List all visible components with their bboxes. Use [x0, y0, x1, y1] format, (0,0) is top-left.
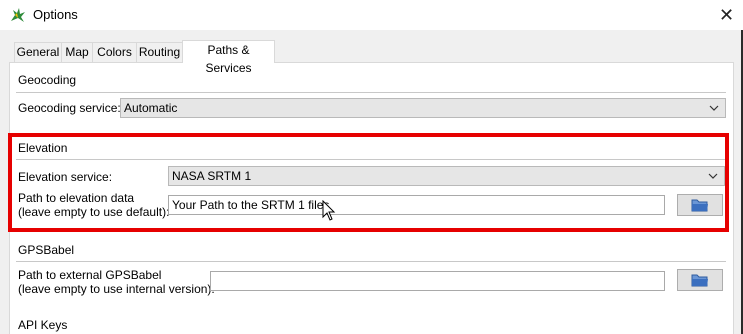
- gpsbabel-browse-button[interactable]: [677, 269, 723, 291]
- gpsbabel-path-label-line2: (leave empty to use internal version):: [18, 282, 215, 296]
- close-icon[interactable]: ✕: [710, 0, 743, 30]
- tab-paths-services[interactable]: Paths & Services: [182, 40, 275, 75]
- gpsbabel-divider: [16, 261, 726, 262]
- gpsbabel-path-input[interactable]: [210, 271, 665, 291]
- tab-routing[interactable]: Routing: [136, 42, 183, 62]
- folder-icon: [691, 274, 708, 287]
- api-keys-section-title: API Keys: [18, 318, 68, 332]
- title-bar: Options ✕: [0, 0, 743, 30]
- geocoding-service-select[interactable]: Automatic: [120, 98, 726, 118]
- geocoding-service-value: Automatic: [124, 101, 178, 115]
- gpsbabel-path-label-line1: Path to external GPSBabel: [18, 268, 162, 282]
- app-logo-icon: [11, 8, 25, 22]
- tab-general[interactable]: General: [14, 42, 62, 62]
- gpsbabel-section-title: GPSBabel: [18, 243, 75, 257]
- chevron-down-icon: [709, 105, 719, 111]
- mouse-pointer-icon: [322, 200, 336, 221]
- window-title: Options: [33, 7, 78, 22]
- geocoding-service-label: Geocoding service:: [18, 101, 121, 115]
- geocoding-divider: [16, 92, 726, 93]
- geocoding-section-title: Geocoding: [18, 73, 77, 87]
- tab-colors[interactable]: Colors: [92, 42, 137, 62]
- elevation-highlight-box: [8, 133, 729, 232]
- tab-map[interactable]: Map: [61, 42, 93, 62]
